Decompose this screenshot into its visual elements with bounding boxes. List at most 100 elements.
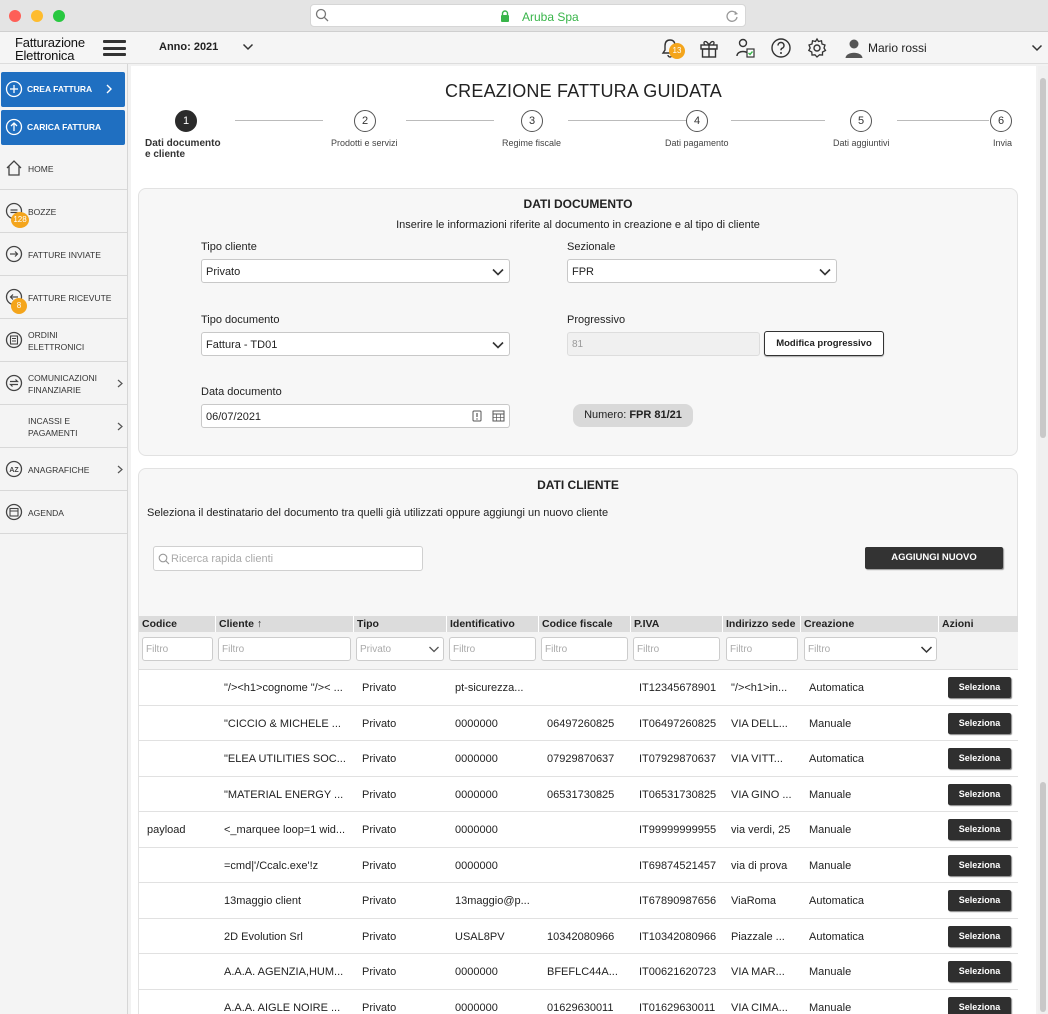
table-cell: Privato	[362, 788, 397, 801]
calendar-icon[interactable]	[492, 409, 505, 422]
user-certificate-icon[interactable]	[734, 37, 756, 59]
chevron-down-icon[interactable]	[242, 41, 254, 53]
minimize-window-button[interactable]	[31, 10, 43, 22]
seleziona-button[interactable]: Seleziona	[948, 819, 1011, 840]
maximize-window-button[interactable]	[53, 10, 65, 22]
az-icon: AZ	[5, 460, 23, 478]
carica-fattura-button[interactable]: CARICA FATTURA	[1, 110, 125, 145]
filter-identificativo-input[interactable]: Filtro	[449, 637, 536, 661]
seleziona-button[interactable]: Seleziona	[948, 925, 1011, 947]
reload-icon[interactable]	[725, 9, 739, 23]
user-name[interactable]: Mario rossi	[868, 41, 927, 55]
step-2-circle[interactable]: 2	[354, 110, 376, 132]
step-4-circle[interactable]: 4	[686, 110, 708, 132]
search-clienti-input[interactable]: Ricerca rapida clienti	[153, 546, 423, 571]
page-scrollbar[interactable]	[1038, 66, 1048, 1014]
menu-icon[interactable]	[103, 40, 126, 56]
app-logo[interactable]: Fatturazione Elettronica	[15, 36, 85, 62]
chevron-down-icon[interactable]	[1031, 42, 1043, 54]
table-cell: via di prova	[731, 859, 788, 872]
tipo-documento-select[interactable]: Fattura - TD01	[201, 332, 510, 356]
crea-fattura-button[interactable]: CREA FATTURA	[1, 72, 125, 107]
col-codice[interactable]: Codice	[139, 616, 216, 632]
col-cliente[interactable]: Cliente ↑	[216, 616, 354, 632]
filter-codice-input[interactable]: Filtro	[142, 637, 213, 661]
table-cell: VIA GINO ...	[731, 788, 792, 801]
sidebar-item-label: FATTURE INVIATE	[28, 250, 101, 260]
data-documento-label: Data documento	[201, 386, 282, 398]
col-identificativo[interactable]: Identificativo	[447, 616, 539, 632]
filter-tipo-select[interactable]: Privato	[356, 637, 444, 661]
col-creazione[interactable]: Creazione	[801, 616, 939, 632]
table-scroll-thumb[interactable]	[1040, 782, 1046, 1012]
seleziona-button[interactable]: Seleziona	[948, 748, 1011, 769]
exchange-icon	[5, 374, 23, 392]
sidebar-item-agenda[interactable]: AGENDA	[0, 491, 127, 534]
sidebar-item-fatture-ricevute[interactable]: FATTURE RICEVUTE 8	[0, 276, 127, 319]
seleziona-button[interactable]: Seleziona	[948, 961, 1011, 982]
table-row[interactable]: "/><h1>cognome "/>< ... Privato pt-sicurez…	[139, 670, 1018, 706]
step-3-circle[interactable]: 3	[521, 110, 543, 132]
col-piva[interactable]: P.IVA	[631, 616, 723, 632]
col-codice-fiscale[interactable]: Codice fiscale	[539, 616, 631, 632]
sidebar-item-bozze[interactable]: BOZZE 128	[0, 190, 127, 233]
table-row[interactable]: 2D Evolution Srl Privato USAL8PV 1034208096…	[139, 918, 1018, 954]
modifica-progressivo-button[interactable]: Modifica progressivo	[764, 331, 884, 356]
year-selector[interactable]: Anno: 2021	[159, 41, 218, 53]
filter-placeholder: Filtro	[222, 644, 245, 655]
sidebar-item-incassi-pagamenti[interactable]: INCASSI E PAGAMENTI	[0, 405, 127, 448]
sidebar-item-home[interactable]: HOME	[0, 147, 127, 190]
sezionale-select[interactable]: FPR	[567, 259, 837, 283]
step-1-circle[interactable]: 1	[175, 110, 197, 132]
data-documento-input[interactable]: 06/07/2021	[201, 404, 510, 428]
tipo-cliente-select[interactable]: Privato	[201, 259, 510, 283]
gift-icon[interactable]	[698, 37, 720, 59]
col-indirizzo-sede[interactable]: Indirizzo sede	[723, 616, 801, 632]
aggiungi-nuovo-button[interactable]: AGGIUNGI NUOVO	[865, 547, 1003, 569]
address-bar[interactable]: Aruba Spa	[310, 4, 746, 27]
table-row[interactable]: A.A.A. AGENZIA,HUM... Privato 0000000 BFEFL…	[139, 954, 1018, 990]
filter-cliente-input[interactable]: Filtro	[218, 637, 351, 661]
table-cell: pt-sicurezza...	[455, 682, 524, 694]
table-cell: 0000000	[455, 717, 498, 730]
scroll-thumb[interactable]	[1040, 78, 1046, 438]
gear-icon[interactable]	[806, 37, 828, 59]
table-row[interactable]: "MATERIAL ENERGY ... Privato 0000000 065317…	[139, 776, 1018, 812]
table-cell: 06531730825	[547, 788, 615, 801]
sidebar-item-label: FATTURE RICEVUTE	[28, 293, 112, 303]
sidebar-item-fatture-inviate[interactable]: FATTURE INVIATE	[0, 233, 127, 276]
col-tipo[interactable]: Tipo	[354, 616, 447, 632]
table-row[interactable]: =cmd|'/Ccalc.exe'!z Privato 0000000 IT69874…	[139, 847, 1018, 883]
user-avatar-icon[interactable]	[843, 37, 865, 59]
filter-creazione-select[interactable]: Filtro	[804, 637, 937, 661]
table-row[interactable]: A.A.A. AIGLE NOIRE ... Privato 0000000 0162…	[139, 989, 1018, 1014]
clear-date-icon[interactable]	[472, 410, 482, 422]
close-window-button[interactable]	[9, 10, 21, 22]
filter-piva-input[interactable]: Filtro	[633, 637, 720, 661]
table-cell: 0000000	[455, 753, 498, 765]
help-icon[interactable]	[770, 37, 792, 59]
crea-fattura-label: CREA FATTURA	[27, 84, 93, 94]
table-row[interactable]: 13maggio client Privato 13maggio@p... IT678…	[139, 883, 1018, 919]
seleziona-button[interactable]: Seleziona	[948, 854, 1011, 876]
seleziona-button[interactable]: Seleziona	[948, 712, 1011, 734]
table-row[interactable]: "CICCIO & MICHELE ... Privato 0000000 06497…	[139, 705, 1018, 741]
step-5-circle[interactable]: 5	[850, 110, 872, 132]
sidebar-item-comunicazioni-finanziarie[interactable]: COMUNICAZIONI FINANZIARIE	[0, 362, 127, 405]
seleziona-button[interactable]: Seleziona	[948, 890, 1011, 911]
table-row[interactable]: "ELEA UTILITIES SOC... Privato 0000000 0792…	[139, 741, 1018, 777]
table-cell: Privato	[362, 930, 397, 943]
table-row[interactable]: payload <_marquee loop=1 wid... Privato 000…	[139, 812, 1018, 848]
filter-codice-fiscale-input[interactable]: Filtro	[541, 637, 628, 661]
seleziona-button[interactable]: Seleziona	[948, 677, 1011, 698]
seleziona-button[interactable]: Seleziona	[948, 783, 1011, 805]
dati-cliente-title: DATI CLIENTE	[537, 478, 619, 492]
filter-indirizzo-input[interactable]: Filtro	[726, 637, 798, 661]
sidebar-item-ordini-elettronici[interactable]: ORDINI ELETTRONICI	[0, 319, 127, 362]
table-cell: 0000000	[455, 859, 498, 872]
sidebar-item-anagrafiche[interactable]: AZ ANAGRAFICHE	[0, 448, 127, 491]
seleziona-button[interactable]: Seleziona	[948, 996, 1011, 1014]
step-6-circle[interactable]: 6	[990, 110, 1012, 132]
table-cell: Piazzale ...	[731, 930, 785, 943]
table-cell: USAL8PV	[455, 930, 505, 943]
